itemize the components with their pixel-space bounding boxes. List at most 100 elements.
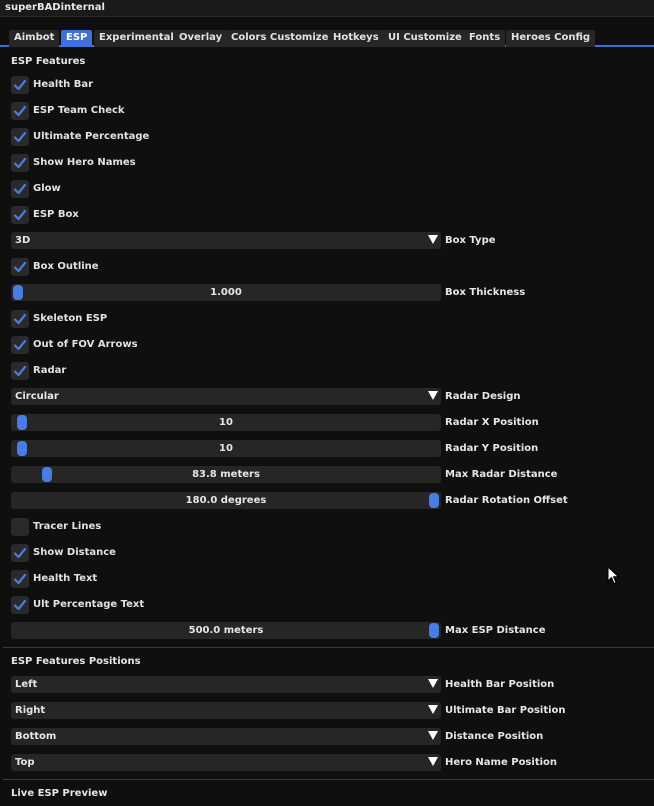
skeleton-esp-checkbox[interactable]: [11, 310, 29, 328]
fov-arrows-checkbox[interactable]: [11, 336, 29, 354]
distance-position-combo[interactable]: Bottom: [11, 728, 441, 745]
tab-hotkeys[interactable]: Hotkeys: [328, 30, 384, 47]
dropdown-arrow-icon[interactable]: [428, 679, 438, 688]
tab-heroes-config[interactable]: Heroes Config: [506, 30, 596, 47]
health-text-checkbox[interactable]: [11, 570, 29, 588]
tab-aimbot[interactable]: Aimbot: [9, 30, 60, 47]
radar-design-row: Circular Radar Design: [11, 388, 631, 406]
box-outline-checkbox[interactable]: [11, 258, 29, 276]
tracer-lines-label: Tracer Lines: [33, 521, 102, 532]
hero-name-position-label: Hero Name Position: [445, 757, 558, 768]
health-bar-position-label: Health Bar Position: [445, 679, 555, 690]
ultimate-bar-position-value: Right: [15, 705, 46, 716]
esp-box-checkbox[interactable]: [11, 206, 29, 224]
show-distance-row: Show Distance: [11, 544, 631, 562]
glow-label: Glow: [33, 183, 61, 194]
dropdown-arrow-icon[interactable]: [428, 757, 438, 766]
glow-checkbox[interactable]: [11, 180, 29, 198]
radar-x-value: 10: [219, 417, 233, 428]
radar-x-row: 10 Radar X Position: [11, 414, 631, 432]
tab-overlay[interactable]: Overlay: [174, 30, 228, 47]
max-radar-distance-value: 83.8 meters: [192, 469, 260, 480]
tab-esp[interactable]: ESP: [61, 30, 93, 47]
skeleton-esp-row: Skeleton ESP: [11, 310, 631, 328]
ult-percentage-text-label: Ult Percentage Text: [33, 599, 145, 610]
max-esp-distance-slider[interactable]: 500.0 meters: [11, 622, 441, 639]
radar-y-slider[interactable]: 10: [11, 440, 441, 457]
distance-position-label: Distance Position: [445, 731, 544, 742]
checkmark-icon: [13, 573, 27, 585]
dropdown-arrow-icon[interactable]: [428, 391, 438, 400]
ultimate-bar-position-combo[interactable]: Right: [11, 702, 441, 719]
dropdown-arrow-icon[interactable]: [428, 235, 438, 244]
glow-row: Glow: [11, 180, 631, 198]
box-type-label: Box Type: [445, 235, 496, 246]
box-type-row: 3D Box Type: [11, 232, 631, 250]
health-text-row: Health Text: [11, 570, 631, 588]
health-bar-position-row: Left Health Bar Position: [11, 676, 631, 694]
show-distance-checkbox[interactable]: [11, 544, 29, 562]
tab-bar: Aimbot ESP Experimental Overlay Colors C…: [0, 29, 654, 47]
max-radar-distance-slider[interactable]: 83.8 meters: [11, 466, 441, 483]
checkmark-icon: [13, 209, 27, 221]
tab-experimental[interactable]: Experimental: [94, 30, 179, 47]
distance-position-value: Bottom: [15, 731, 57, 742]
health-bar-row: Health Bar: [11, 76, 631, 94]
radar-checkbox[interactable]: [11, 362, 29, 380]
tab-fonts[interactable]: Fonts: [464, 30, 506, 47]
dropdown-arrow-icon[interactable]: [428, 731, 438, 740]
radar-x-slider[interactable]: 10: [11, 414, 441, 431]
ultimate-bar-position-row: Right Ultimate Bar Position: [11, 702, 631, 720]
show-hero-names-row: Show Hero Names: [11, 154, 631, 172]
max-esp-distance-value: 500.0 meters: [188, 625, 264, 636]
live-preview-title: Live ESP Preview: [11, 788, 108, 799]
box-thickness-slider[interactable]: 1.000: [11, 284, 441, 301]
ultimate-percentage-checkbox[interactable]: [11, 128, 29, 146]
ultimate-percentage-row: Ultimate Percentage: [11, 128, 631, 146]
section-separator: [3, 779, 654, 780]
show-distance-label: Show Distance: [33, 547, 116, 558]
radar-x-label: Radar X Position: [445, 417, 539, 428]
skeleton-esp-label: Skeleton ESP: [33, 313, 108, 324]
main-window: superBADinternal Aimbot ESP Experimental…: [0, 0, 654, 806]
max-radar-distance-row: 83.8 meters Max Radar Distance: [11, 466, 631, 484]
checkmark-icon: [13, 183, 27, 195]
checkmark-icon: [13, 339, 27, 351]
health-text-label: Health Text: [33, 573, 98, 584]
radar-design-combo[interactable]: Circular: [11, 388, 441, 405]
team-check-checkbox[interactable]: [11, 102, 29, 120]
health-bar-position-value: Left: [15, 679, 38, 690]
radar-y-label: Radar Y Position: [445, 443, 539, 454]
distance-position-row: Bottom Distance Position: [11, 728, 631, 746]
team-check-row: ESP Team Check: [11, 102, 631, 120]
mouse-cursor-icon: [607, 566, 620, 585]
box-outline-row: Box Outline: [11, 258, 631, 276]
radar-y-value: 10: [219, 443, 233, 454]
tab-colors-customize[interactable]: Colors Customize: [226, 30, 334, 47]
box-outline-label: Box Outline: [33, 261, 99, 272]
max-radar-distance-label: Max Radar Distance: [445, 469, 558, 480]
checkmark-icon: [13, 157, 27, 169]
tab-ui-customize[interactable]: UI Customize: [383, 30, 467, 47]
window-title: superBADinternal: [5, 2, 105, 13]
ult-percentage-text-checkbox[interactable]: [11, 596, 29, 614]
fov-arrows-row: Out of FOV Arrows: [11, 336, 631, 354]
health-bar-label: Health Bar: [33, 79, 94, 90]
show-hero-names-checkbox[interactable]: [11, 154, 29, 172]
box-type-combo[interactable]: 3D: [11, 232, 441, 249]
ult-percentage-text-row: Ult Percentage Text: [11, 596, 631, 614]
hero-name-position-row: Top Hero Name Position: [11, 754, 631, 772]
radar-design-label: Radar Design: [445, 391, 521, 402]
dropdown-arrow-icon[interactable]: [428, 705, 438, 714]
health-bar-position-combo[interactable]: Left: [11, 676, 441, 693]
radar-rotation-row: 180.0 degrees Radar Rotation Offset: [11, 492, 631, 510]
esp-positions-title: ESP Features Positions: [11, 656, 141, 667]
hero-name-position-combo[interactable]: Top: [11, 754, 441, 771]
health-bar-checkbox[interactable]: [11, 76, 29, 94]
esp-box-label: ESP Box: [33, 209, 79, 220]
checkmark-icon: [13, 79, 27, 91]
tracer-lines-checkbox[interactable]: [11, 518, 29, 536]
max-esp-distance-row: 500.0 meters Max ESP Distance: [11, 622, 631, 640]
title-bar[interactable]: superBADinternal: [0, 0, 654, 17]
radar-rotation-slider[interactable]: 180.0 degrees: [11, 492, 441, 509]
